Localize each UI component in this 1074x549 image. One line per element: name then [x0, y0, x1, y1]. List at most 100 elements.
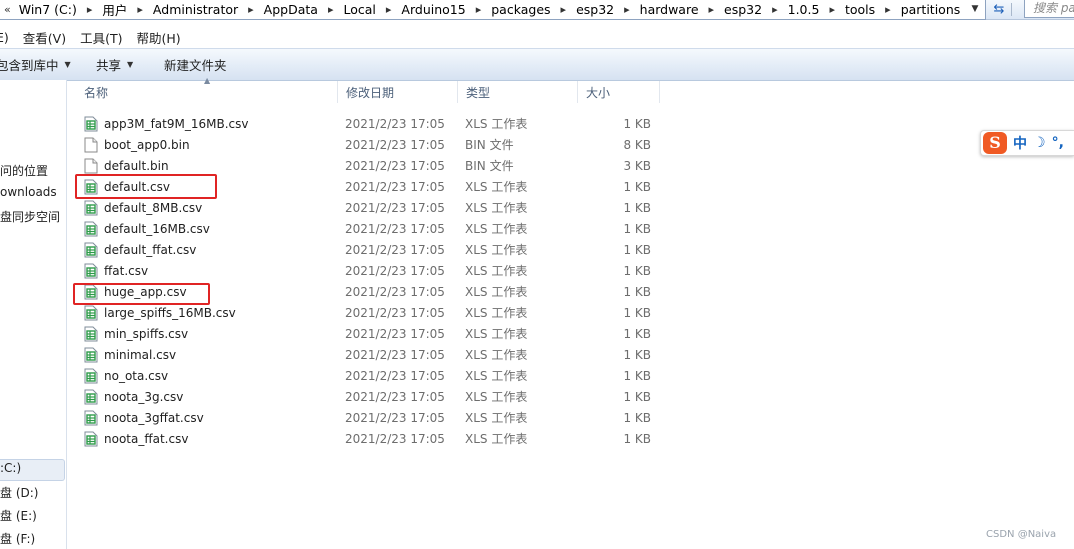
file-name-cell[interactable]: boot_app0.bin	[84, 137, 190, 153]
spreadsheet-icon	[84, 326, 98, 342]
file-name: default.bin	[104, 158, 169, 173]
breadcrumb-chevron-icon[interactable]: ▸	[701, 3, 723, 16]
table-row[interactable]: huge_app.csv 2021/2/23 17:05 XLS 工作表 1 KB	[76, 281, 696, 302]
breadcrumb-chevron-icon[interactable]: ▸	[240, 3, 262, 16]
nav-drive-e[interactable]: 盘 (E:)	[0, 507, 37, 524]
nav-item-sync-space[interactable]: 盘同步空间	[0, 208, 60, 225]
menu-tools[interactable]: 工具(T)	[73, 28, 129, 47]
breadcrumb-chevron-icon[interactable]: ▸	[821, 3, 843, 16]
menu-view[interactable]: 查看(V)	[16, 28, 73, 47]
table-row[interactable]: ffat.csv 2021/2/23 17:05 XLS 工作表 1 KB	[76, 260, 696, 281]
column-header-name[interactable]: ▲ 名称	[76, 76, 338, 103]
file-name-cell[interactable]: app3M_fat9M_16MB.csv	[84, 116, 248, 132]
breadcrumb-segment[interactable]: 1.0.5	[786, 2, 822, 17]
nav-item-recent-places[interactable]: 问的位置	[0, 162, 48, 179]
nav-drive-c[interactable]: :C:)	[0, 461, 21, 475]
sogou-logo-icon[interactable]: S	[983, 132, 1007, 154]
share-button[interactable]: 共享 ▼	[96, 55, 133, 74]
spreadsheet-icon	[84, 263, 98, 279]
file-name-cell[interactable]: default_8MB.csv	[84, 200, 202, 216]
breadcrumb-chevron-icon[interactable]: ▸	[378, 3, 400, 16]
punctuation-toggle[interactable]: °,	[1052, 135, 1064, 151]
breadcrumb-segment[interactable]: hardware	[638, 2, 701, 17]
file-date: 2021/2/23 17:05	[345, 431, 445, 446]
file-name-cell[interactable]: large_spiffs_16MB.csv	[84, 305, 236, 321]
file-name-cell[interactable]: noota_3gffat.csv	[84, 410, 204, 426]
breadcrumb-segment[interactable]: Administrator	[151, 2, 240, 17]
ime-toolbar[interactable]: S 中 ☽ °,	[980, 130, 1074, 156]
table-row[interactable]: default_8MB.csv 2021/2/23 17:05 XLS 工作表 1 K…	[76, 197, 696, 218]
table-row[interactable]: default.bin 2021/2/23 17:05 BIN 文件 3 KB	[76, 155, 696, 176]
breadcrumb-segment[interactable]: tools	[843, 2, 877, 17]
file-size: 1 KB	[623, 431, 651, 446]
file-name-cell[interactable]: minimal.csv	[84, 347, 176, 363]
file-type: BIN 文件	[465, 138, 514, 152]
breadcrumb-segment[interactable]: AppData	[262, 2, 320, 17]
table-row[interactable]: no_ota.csv 2021/2/23 17:05 XLS 工作表 1 KB	[76, 365, 696, 386]
file-date: 2021/2/23 17:05	[345, 263, 445, 278]
breadcrumb-segment[interactable]: esp32	[722, 2, 764, 17]
refresh-button[interactable]: ⇆	[986, 0, 1012, 19]
table-row[interactable]: noota_3g.csv 2021/2/23 17:05 XLS 工作表 1 KB	[76, 386, 696, 407]
breadcrumb-chevron-icon[interactable]: ▸	[553, 3, 575, 16]
breadcrumb-segment[interactable]: partitions	[899, 2, 963, 17]
column-header-size[interactable]: 大小	[578, 81, 660, 103]
blank-file-icon	[84, 158, 98, 174]
breadcrumb-chevron-icon[interactable]: ▸	[129, 3, 151, 16]
include-in-library-button[interactable]: 包含到库中 ▼	[0, 55, 71, 74]
moon-icon[interactable]: ☽	[1033, 135, 1046, 151]
column-header-type[interactable]: 类型	[458, 81, 578, 103]
file-size: 1 KB	[623, 389, 651, 404]
breadcrumb-segment[interactable]: Local	[341, 2, 377, 17]
breadcrumb-segment[interactable]: Win7 (C:)	[17, 2, 79, 17]
column-header-date[interactable]: 修改日期	[338, 81, 458, 103]
file-name-cell[interactable]: huge_app.csv	[84, 284, 187, 300]
file-name-cell[interactable]: no_ota.csv	[84, 368, 168, 384]
nav-drive-f[interactable]: 盘 (F:)	[0, 530, 35, 547]
ime-language-toggle[interactable]: 中	[1013, 133, 1027, 153]
breadcrumb-segment[interactable]: 用户	[100, 0, 129, 19]
table-row[interactable]: boot_app0.bin 2021/2/23 17:05 BIN 文件 8 KB	[76, 134, 696, 155]
table-row[interactable]: noota_3gffat.csv 2021/2/23 17:05 XLS 工作表 1 …	[76, 407, 696, 428]
table-row[interactable]: noota_ffat.csv 2021/2/23 17:05 XLS 工作表 1 KB	[76, 428, 696, 449]
table-row[interactable]: default_ffat.csv 2021/2/23 17:05 XLS 工作表 1 …	[76, 239, 696, 260]
table-row[interactable]: default.csv 2021/2/23 17:05 XLS 工作表 1 KB	[76, 176, 696, 197]
nav-item-downloads[interactable]: ownloads	[0, 185, 57, 199]
menu-help[interactable]: 帮助(H)	[129, 28, 187, 47]
breadcrumb-chevron-icon[interactable]: ▸	[320, 3, 342, 16]
breadcrumb-segment[interactable]: esp32	[574, 2, 616, 17]
breadcrumb-segment[interactable]: Arduino15	[399, 2, 467, 17]
nav-drive-d[interactable]: 盘 (D:)	[0, 484, 38, 501]
table-row[interactable]: min_spiffs.csv 2021/2/23 17:05 XLS 工作表 1 KB	[76, 323, 696, 344]
file-name-cell[interactable]: noota_3g.csv	[84, 389, 183, 405]
table-row[interactable]: default_16MB.csv 2021/2/23 17:05 XLS 工作表 1 …	[76, 218, 696, 239]
file-date: 2021/2/23 17:05	[345, 389, 445, 404]
command-toolbar: 包含到库中 ▼ 共享 ▼ 新建文件夹	[0, 48, 1074, 81]
new-folder-button[interactable]: 新建文件夹	[164, 55, 227, 74]
table-row[interactable]: large_spiffs_16MB.csv 2021/2/23 17:05 XLS …	[76, 302, 696, 323]
breadcrumb-chevron-icon[interactable]: ▸	[616, 3, 638, 16]
breadcrumb-chevron-icon[interactable]: ▸	[764, 3, 786, 16]
menu-edit[interactable]: E)	[0, 30, 16, 45]
file-type: XLS 工作表	[465, 306, 528, 320]
file-name-cell[interactable]: noota_ffat.csv	[84, 431, 188, 447]
breadcrumb-overflow-icon[interactable]: «	[0, 3, 17, 16]
file-name-cell[interactable]: default.bin	[84, 158, 169, 174]
address-dropdown-icon[interactable]: ▼	[968, 2, 982, 16]
file-size: 1 KB	[623, 305, 651, 320]
table-row[interactable]: app3M_fat9M_16MB.csv 2021/2/23 17:05 XLS 工…	[76, 113, 696, 134]
breadcrumb[interactable]: « Win7 (C:) ▸ 用户 ▸ Administrator ▸ AppData ▸ Loc…	[0, 0, 986, 20]
file-name-cell[interactable]: default_16MB.csv	[84, 221, 210, 237]
breadcrumb-chevron-icon[interactable]: ▸	[877, 3, 899, 16]
file-name-cell[interactable]: ffat.csv	[84, 263, 148, 279]
file-name-cell[interactable]: default_ffat.csv	[84, 242, 196, 258]
breadcrumb-chevron-icon[interactable]: ▸	[79, 3, 101, 16]
breadcrumb-segment[interactable]: packages	[489, 2, 552, 17]
table-row[interactable]: minimal.csv 2021/2/23 17:05 XLS 工作表 1 KB	[76, 344, 696, 365]
file-name-cell[interactable]: min_spiffs.csv	[84, 326, 188, 342]
search-input[interactable]: 搜索 pa	[1024, 0, 1074, 18]
breadcrumb-chevron-icon[interactable]: ▸	[468, 3, 490, 16]
file-name: default_16MB.csv	[104, 221, 210, 236]
file-type: BIN 文件	[465, 159, 514, 173]
file-name-cell[interactable]: default.csv	[84, 179, 170, 195]
